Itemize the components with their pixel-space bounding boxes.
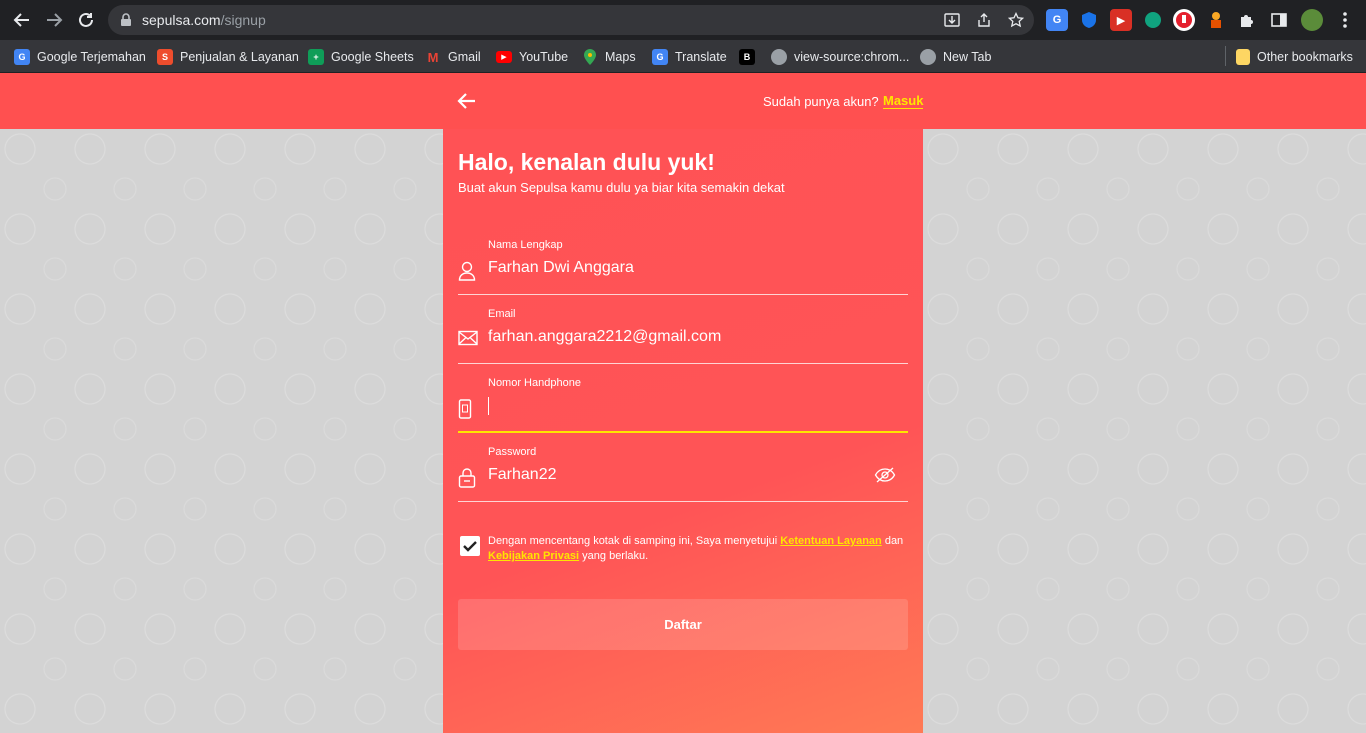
video-extension-icon[interactable]: ▶ — [1110, 9, 1132, 31]
gmail-icon: M — [427, 49, 439, 65]
openai-extension-icon[interactable] — [1142, 9, 1164, 31]
terms-checkbox[interactable] — [460, 536, 480, 556]
url-text: sepulsa.com/signup — [142, 12, 266, 28]
bookmark-google-terjemahan[interactable]: G Google Terjemahan — [14, 47, 146, 67]
page-subtitle: Buat akun Sepulsa kamu dulu ya biar kita… — [458, 180, 785, 195]
user-icon — [458, 261, 478, 283]
doodle-background-left — [0, 129, 443, 733]
bookmarks-bar: G Google Terjemahan S Penjualan & Layana… — [0, 40, 1366, 73]
other-bookmarks[interactable]: Other bookmarks — [1236, 47, 1353, 67]
puzzle-icon[interactable] — [1236, 9, 1258, 31]
shopee-icon: S — [157, 49, 173, 65]
reload-icon[interactable] — [74, 8, 98, 32]
forward-icon[interactable] — [42, 8, 66, 32]
phone-label: Nomor Handphone — [488, 377, 581, 389]
back-icon[interactable] — [10, 8, 34, 32]
login-link[interactable]: Masuk — [883, 94, 924, 109]
privacy-policy-link[interactable]: Kebijakan Privasi — [488, 550, 579, 562]
lock-icon — [120, 13, 132, 32]
install-app-icon[interactable] — [942, 10, 962, 30]
adblock-extension-icon[interactable] — [1173, 9, 1195, 31]
character-extension-icon[interactable] — [1205, 9, 1227, 31]
email-label: Email — [488, 308, 516, 320]
folder-icon — [1236, 49, 1250, 65]
site-header: Sudah punya akun? Masuk — [0, 73, 1366, 129]
bookmark-translate[interactable]: G Translate — [652, 47, 727, 67]
shield-extension-icon[interactable] — [1078, 9, 1100, 31]
phone-input[interactable] — [488, 394, 868, 418]
name-field[interactable]: Nama Lengkap — [458, 237, 908, 295]
youtube-icon: ▶ — [496, 51, 512, 63]
profile-avatar-icon[interactable] — [1301, 9, 1323, 31]
email-field[interactable]: Email — [458, 306, 908, 364]
maps-icon — [582, 49, 598, 65]
translate-extension-icon[interactable]: G — [1046, 9, 1068, 31]
bookmark-google-sheets[interactable]: + Google Sheets — [308, 47, 414, 67]
bookmark-maps[interactable]: Maps — [582, 47, 636, 67]
b-icon: B — [739, 49, 755, 65]
bookmark-youtube[interactable]: ▶ YouTube — [496, 47, 568, 67]
menu-kebab-icon[interactable] — [1334, 9, 1356, 31]
eye-slash-icon[interactable] — [874, 466, 896, 484]
phone-field[interactable]: Nomor Handphone — [458, 375, 908, 433]
side-panel-icon[interactable] — [1268, 9, 1290, 31]
back-arrow-icon[interactable] — [456, 90, 478, 112]
globe-icon — [771, 49, 787, 65]
bookmark-b[interactable]: B — [739, 47, 762, 67]
text-cursor — [488, 397, 489, 415]
register-button[interactable]: Daftar — [458, 599, 908, 650]
bookmarks-separator — [1225, 46, 1226, 66]
name-label: Nama Lengkap — [488, 239, 563, 251]
address-bar[interactable]: sepulsa.com/signup — [108, 5, 1034, 35]
envelope-icon — [458, 330, 478, 352]
google-translate-icon: G — [14, 49, 30, 65]
doodle-background-right — [923, 129, 1366, 733]
sheets-icon: + — [308, 49, 324, 65]
bookmark-penjualan[interactable]: S Penjualan & Layanan — [157, 47, 299, 67]
signup-panel: Halo, kenalan dulu yuk! Buat akun Sepuls… — [443, 129, 923, 733]
translate-icon: G — [652, 49, 668, 65]
name-input[interactable] — [488, 256, 868, 280]
have-account-text: Sudah punya akun? — [763, 94, 879, 109]
password-input[interactable] — [488, 463, 868, 487]
bookmark-view-source[interactable]: view-source:chrom... — [771, 47, 909, 67]
password-field[interactable]: Password — [458, 444, 908, 502]
globe-icon — [920, 49, 936, 65]
password-label: Password — [488, 446, 537, 458]
phone-icon — [458, 399, 478, 421]
terms-text: Dengan mencentang kotak di samping ini, … — [488, 535, 904, 562]
terms-of-service-link[interactable]: Ketentuan Layanan — [780, 535, 881, 547]
browser-toolbar: sepulsa.com/signup G ▶ — [0, 0, 1366, 40]
bookmark-gmail[interactable]: M Gmail — [425, 47, 481, 67]
checkmark-icon — [463, 541, 477, 552]
lock-icon — [458, 468, 478, 490]
star-icon[interactable] — [1006, 10, 1026, 30]
page-title: Halo, kenalan dulu yuk! — [458, 149, 715, 175]
share-icon[interactable] — [974, 10, 994, 30]
email-input[interactable] — [488, 325, 868, 349]
bookmark-new-tab[interactable]: New Tab — [920, 47, 991, 67]
